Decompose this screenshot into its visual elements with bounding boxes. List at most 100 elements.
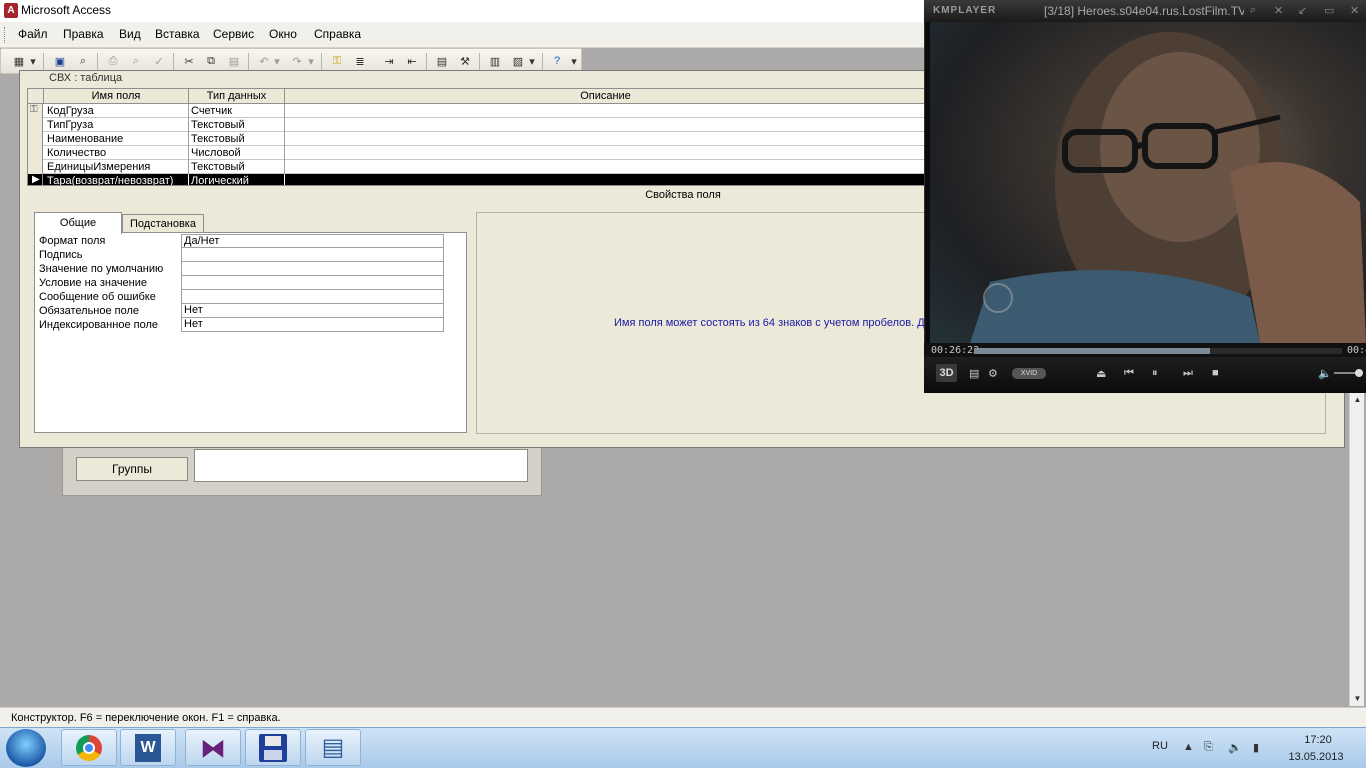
close-icon[interactable]: ✕ — [1350, 4, 1359, 17]
playlist-icon[interactable]: ▤ — [969, 367, 979, 380]
toolbar-options-icon[interactable]: ▾ — [569, 53, 579, 69]
property-value[interactable]: Нет — [181, 304, 444, 318]
pause-icon[interactable]: ⏸ — [1152, 367, 1158, 380]
vertical-scrollbar[interactable]: ▲ ▼ — [1349, 392, 1364, 706]
field-type[interactable]: Логический — [191, 174, 249, 185]
groups-button[interactable]: Группы — [76, 457, 188, 481]
field-type[interactable]: Текстовый — [191, 132, 245, 146]
insert-rows-icon[interactable]: ⇥ — [381, 53, 397, 69]
maximize-icon[interactable]: ▭ — [1324, 4, 1334, 17]
field-type[interactable]: Счетчик — [191, 104, 232, 118]
volume-knob[interactable] — [1355, 369, 1363, 377]
volume-icon[interactable]: 🔈 — [1228, 741, 1242, 754]
cut-icon[interactable]: ✂ — [181, 53, 197, 69]
table-row-selected[interactable]: ▶ Тара(возврат/невозврат) Логический — [28, 174, 924, 185]
3d-button[interactable]: 3D — [936, 364, 957, 382]
save-icon[interactable]: ▣ — [52, 53, 68, 69]
new-object-dropdown-icon[interactable]: ▾ — [528, 53, 536, 69]
paste-icon[interactable]: ▤ — [226, 53, 242, 69]
column-header-description[interactable]: Описание — [285, 89, 924, 104]
menu-edit[interactable]: Правка — [63, 27, 104, 41]
field-name[interactable]: ЕдиницыИзмерения — [47, 160, 150, 174]
property-row[interactable]: Подпись — [35, 248, 447, 262]
field-name[interactable]: Наименование — [47, 132, 123, 146]
menu-help[interactable]: Справка — [314, 27, 361, 41]
copy-icon[interactable]: ⧉ — [203, 53, 219, 69]
taskbar-chrome[interactable] — [61, 729, 117, 766]
preview-icon[interactable]: ⌕ — [128, 53, 144, 69]
field-name[interactable]: КодГруза — [47, 104, 94, 118]
start-button[interactable] — [6, 729, 46, 767]
menu-window[interactable]: Окно — [269, 27, 297, 41]
build-icon[interactable]: ⚒ — [457, 53, 473, 69]
language-indicator[interactable]: RU — [1152, 740, 1168, 752]
device-icon[interactable]: ⎘ — [1204, 741, 1216, 753]
field-name[interactable]: Количество — [47, 146, 106, 160]
previous-icon[interactable]: ⏮ — [1124, 367, 1134, 380]
print-icon[interactable]: ⎙ — [105, 53, 121, 69]
table-row[interactable]: ⚿ КодГруза Счетчик — [28, 104, 924, 118]
column-header-field-name[interactable]: Имя поля — [44, 89, 189, 104]
row-selector[interactable]: ▶ — [28, 174, 43, 185]
redo-icon[interactable]: ↷ — [289, 53, 305, 69]
database-window-icon[interactable]: ▥ — [487, 53, 503, 69]
redo-dropdown-icon[interactable]: ▾ — [307, 53, 315, 69]
pin-icon[interactable]: ✕ — [1274, 4, 1283, 17]
field-type[interactable]: Текстовый — [191, 160, 245, 174]
access-app-icon[interactable]: A — [4, 3, 18, 18]
column-header-data-type[interactable]: Тип данных — [189, 89, 285, 104]
help-icon[interactable]: ? — [549, 53, 565, 69]
properties-icon[interactable]: ▤ — [434, 53, 450, 69]
clock-time[interactable]: 17:20 — [1294, 734, 1342, 746]
primary-key-icon[interactable]: ⚿ — [329, 53, 345, 69]
field-name[interactable]: ТипГруза — [47, 118, 93, 132]
taskbar-save-app[interactable] — [245, 729, 301, 766]
property-row[interactable]: Индексированное поле Нет — [35, 318, 447, 332]
property-value[interactable]: Да/Нет — [181, 234, 444, 248]
settings-gear-icon[interactable]: ⚙ — [988, 367, 998, 380]
undo-icon[interactable]: ↶ — [256, 53, 272, 69]
property-row[interactable]: Формат поля Да/Нет — [35, 234, 447, 248]
search-icon[interactable]: ⌕ — [1250, 4, 1256, 17]
property-row[interactable]: Обязательное поле Нет — [35, 304, 447, 318]
groups-list[interactable] — [194, 449, 528, 482]
property-value[interactable] — [181, 262, 444, 276]
indexes-icon[interactable]: ≣ — [352, 53, 368, 69]
property-value[interactable] — [181, 248, 444, 262]
undo-dropdown-icon[interactable]: ▾ — [273, 53, 281, 69]
tab-lookup[interactable]: Подстановка — [122, 214, 204, 233]
spelling-icon[interactable]: ✓ — [151, 53, 167, 69]
table-row[interactable]: Количество Числовой — [28, 146, 924, 160]
clock-date[interactable]: 13.05.2013 — [1286, 751, 1346, 763]
show-hidden-icons-icon[interactable]: ▲ — [1183, 741, 1195, 753]
row-selector[interactable] — [28, 118, 43, 132]
field-name[interactable]: Тара(возврат/невозврат) — [47, 174, 173, 185]
speaker-icon[interactable]: 🔈 — [1318, 367, 1332, 380]
scroll-up-icon[interactable]: ▲ — [1350, 392, 1365, 407]
menu-grip[interactable] — [4, 27, 7, 43]
menu-file[interactable]: Файл — [18, 27, 48, 41]
row-selector[interactable] — [28, 132, 43, 146]
row-selector[interactable] — [28, 160, 43, 174]
eject-icon[interactable]: ⏏ — [1096, 367, 1106, 380]
tab-general[interactable]: Общие — [34, 212, 122, 234]
row-selector[interactable]: ⚿ — [28, 104, 43, 118]
menu-view[interactable]: Вид — [119, 27, 141, 41]
taskbar-word[interactable]: W — [120, 729, 176, 766]
codec-badge[interactable]: XVID — [1012, 368, 1046, 379]
property-value[interactable]: Нет — [181, 318, 444, 332]
next-icon[interactable]: ⏭ — [1183, 367, 1193, 380]
minimize-icon[interactable]: ↙ — [1298, 4, 1307, 17]
menu-insert[interactable]: Вставка — [155, 27, 200, 41]
search-file-icon[interactable]: ⌕ — [75, 53, 91, 69]
property-row[interactable]: Условие на значение — [35, 276, 447, 290]
property-row[interactable]: Значение по умолчанию — [35, 262, 447, 276]
view-icon[interactable]: ▦ — [11, 53, 27, 69]
kmplayer-logo[interactable]: KMPLAYER — [933, 5, 996, 16]
network-icon[interactable]: ▮ — [1253, 741, 1265, 754]
scroll-down-icon[interactable]: ▼ — [1350, 691, 1365, 706]
table-row[interactable]: ТипГруза Текстовый — [28, 118, 924, 132]
delete-rows-icon[interactable]: ⇤ — [404, 53, 420, 69]
table-row[interactable]: Наименование Текстовый — [28, 132, 924, 146]
property-value[interactable] — [181, 276, 444, 290]
